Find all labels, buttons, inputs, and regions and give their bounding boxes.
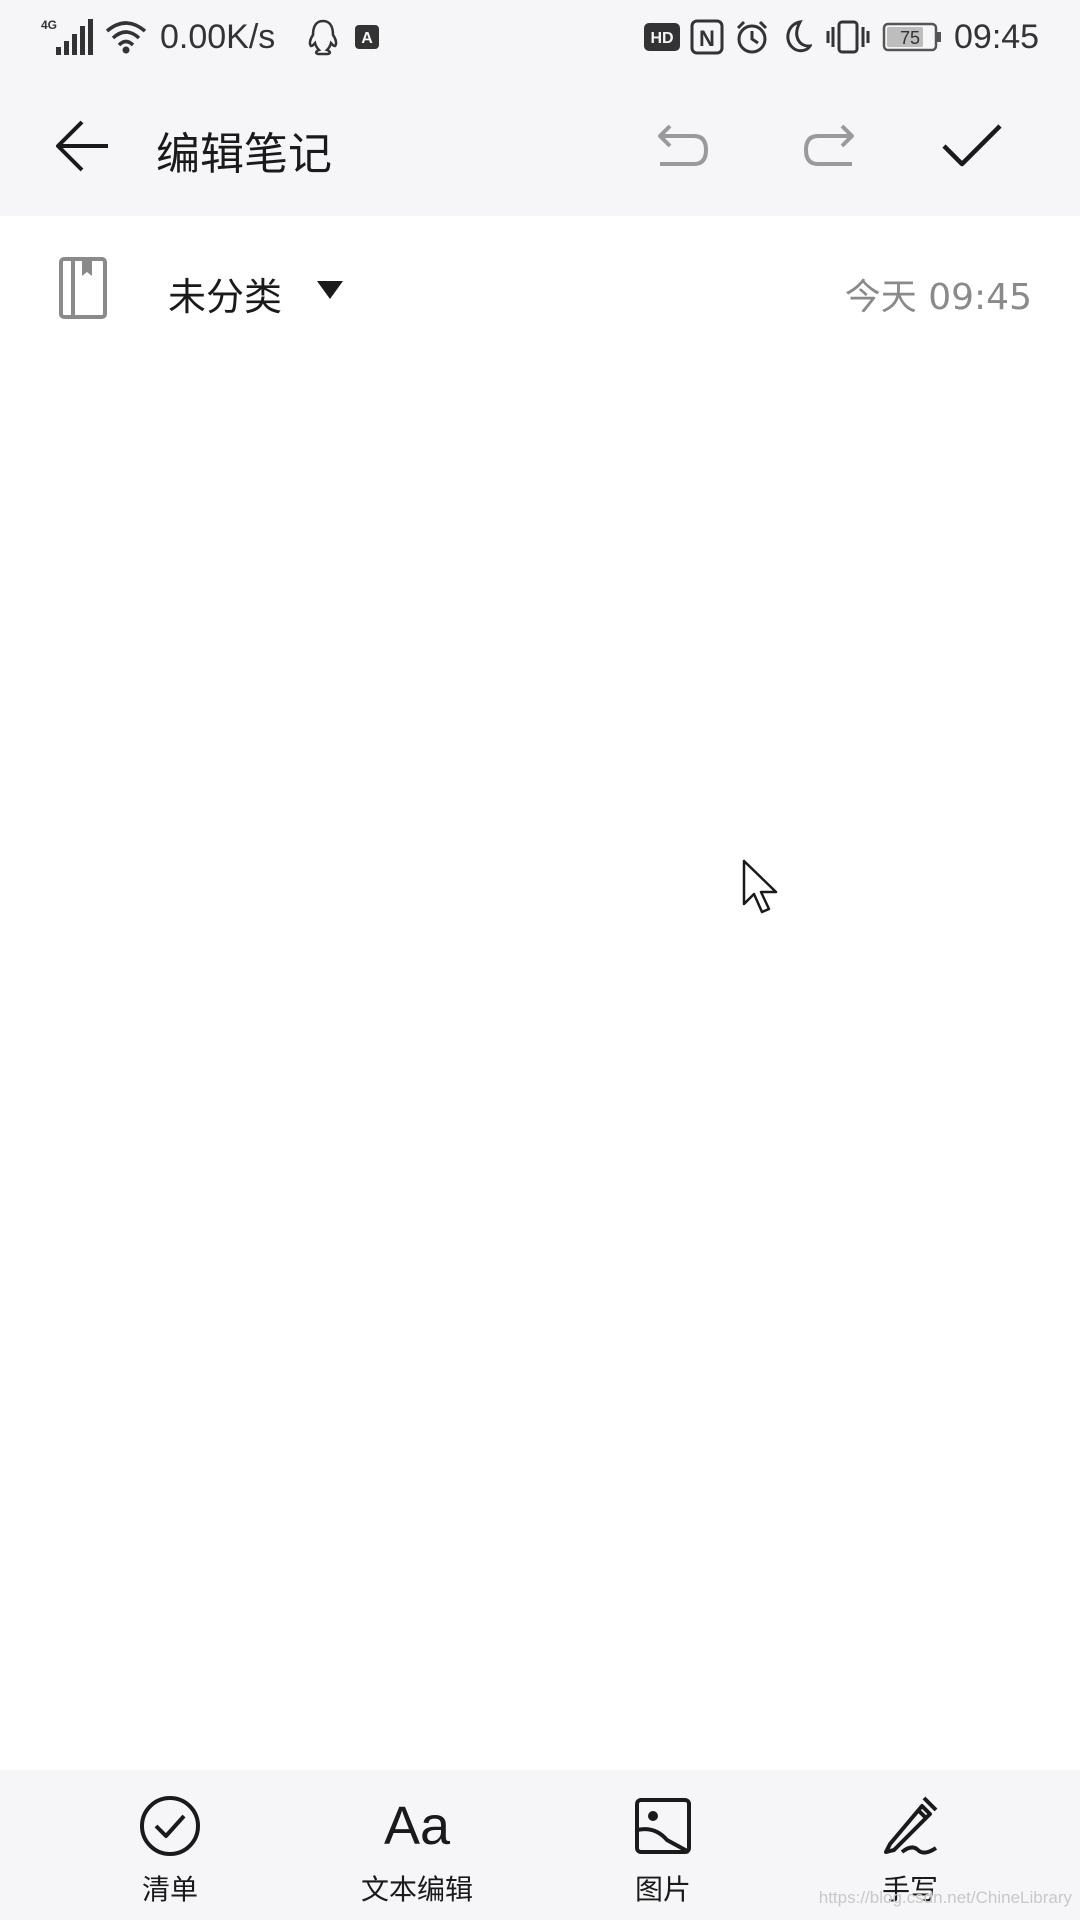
- save-check-button[interactable]: [940, 118, 1004, 178]
- hd-icon: HD: [644, 0, 680, 74]
- watermark-text: https://blog.csdn.net/ChineLibrary: [818, 1888, 1072, 1907]
- checklist-label: 清单: [141, 1873, 198, 1906]
- svg-text:A: A: [361, 30, 373, 47]
- nfc-icon: N: [690, 0, 724, 74]
- category-row: 未分类 今天 09:45: [0, 216, 1080, 362]
- mouse-cursor-icon: [740, 858, 784, 922]
- moon-icon: [780, 0, 812, 74]
- text-format-icon: Aa: [384, 1794, 450, 1858]
- undo-button[interactable]: [654, 118, 714, 178]
- battery-level: 75: [900, 28, 920, 48]
- undo-icon: [658, 124, 709, 166]
- signal-icon: 4G: [40, 0, 96, 74]
- note-body-editor[interactable]: [0, 362, 1080, 1770]
- note-timestamp: 今天 09:45: [844, 277, 1032, 318]
- bottom-toolbar: 清单 Aa 文本编辑 图片 手写 https://blog.csdn.net/C…: [0, 1770, 1080, 1920]
- dropdown-triangle-icon[interactable]: [316, 280, 344, 304]
- redo-icon: [803, 124, 854, 166]
- check-icon: [942, 124, 1002, 167]
- network-speed: 0.00K/s: [160, 17, 276, 56]
- text-format-glyph: Aa: [383, 1796, 451, 1856]
- status-time: 09:45: [954, 17, 1040, 56]
- checklist-icon: [138, 1794, 202, 1858]
- note-editor-screen: 4G 0.00K/s A HD N 75 09:45 编辑笔记 未分类 今天 0…: [0, 0, 1080, 1920]
- back-button[interactable]: [52, 116, 112, 180]
- wifi-icon: [104, 0, 148, 74]
- app-bar: 编辑笔记: [0, 74, 1080, 216]
- nfc-label: N: [699, 26, 715, 51]
- vibrate-icon: [826, 0, 870, 74]
- alarm-icon: [734, 0, 770, 74]
- back-arrow-icon: [56, 120, 108, 172]
- text-format-button[interactable]: Aa 文本编辑: [317, 1770, 517, 1920]
- image-label: 图片: [634, 1873, 691, 1906]
- qq-icon: [306, 0, 340, 74]
- handwriting-pen-icon: [878, 1794, 942, 1858]
- text-format-label: 文本编辑: [360, 1873, 473, 1906]
- image-icon: [633, 1794, 693, 1858]
- network-type-label: 4G: [41, 18, 57, 32]
- notification-a-icon: A: [354, 0, 380, 74]
- page-title: 编辑笔记: [156, 129, 332, 180]
- category-selector[interactable]: 未分类: [168, 266, 282, 321]
- checklist-button[interactable]: 清单: [70, 1770, 270, 1920]
- status-bar: 4G 0.00K/s A HD N 75 09:45: [0, 0, 1080, 74]
- hd-label: HD: [650, 30, 673, 47]
- redo-button[interactable]: [798, 118, 858, 178]
- notebook-icon: [58, 256, 108, 324]
- battery-icon: 75: [882, 0, 942, 74]
- image-button[interactable]: 图片: [563, 1770, 763, 1920]
